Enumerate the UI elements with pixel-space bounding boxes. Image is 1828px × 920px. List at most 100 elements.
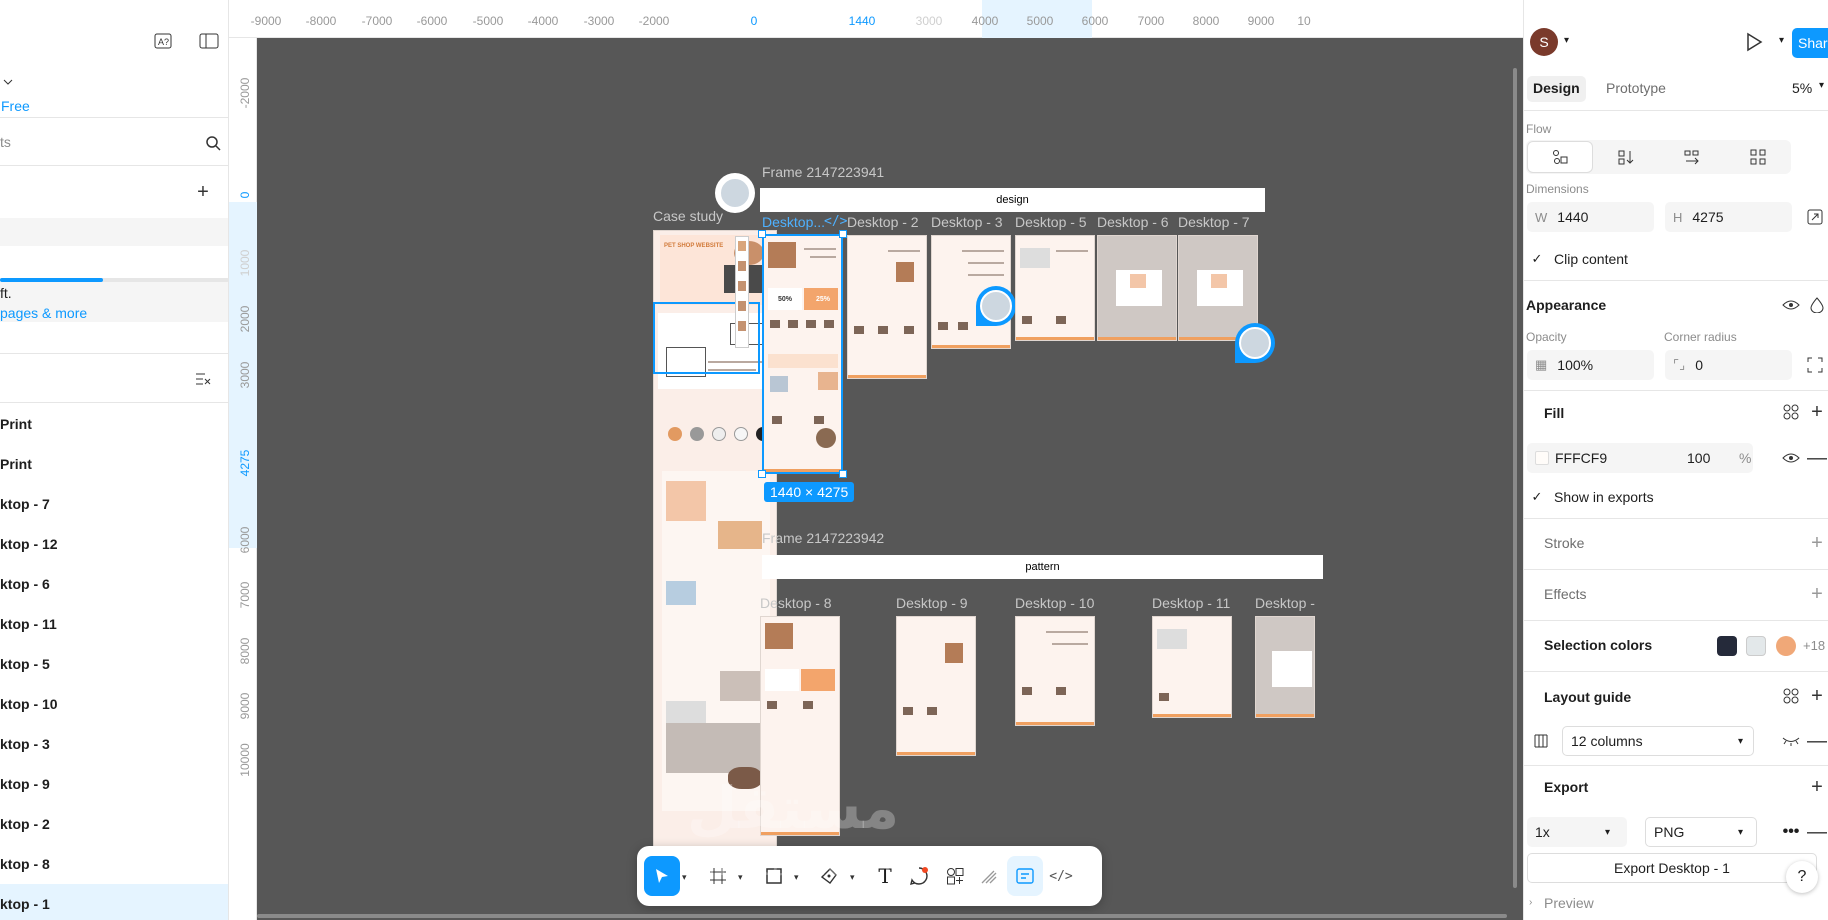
selection-color-swatch[interactable] bbox=[1776, 636, 1796, 656]
add-page-icon[interactable]: + bbox=[189, 178, 217, 206]
upsell-link[interactable]: pages & more bbox=[0, 305, 87, 321]
chevron-down-icon[interactable]: ▾ bbox=[1779, 35, 1784, 46]
code-tool-button[interactable]: </> bbox=[1043, 856, 1079, 896]
layer-item[interactable]: Print bbox=[0, 444, 228, 484]
layer-item[interactable]: ktop - 5 bbox=[0, 644, 228, 684]
resize-handle[interactable] bbox=[758, 230, 766, 238]
font-settings-icon[interactable]: A? bbox=[149, 27, 177, 55]
design-bar[interactable]: design bbox=[760, 188, 1265, 212]
move-tool-button[interactable] bbox=[644, 856, 680, 896]
height-field[interactable]: H 4275 bbox=[1665, 202, 1792, 232]
independent-corners-icon[interactable] bbox=[1803, 353, 1827, 377]
resize-handle[interactable] bbox=[839, 470, 847, 478]
opacity-field[interactable]: ▦ 100% bbox=[1527, 350, 1654, 380]
flow-freeform-button[interactable] bbox=[1528, 142, 1592, 172]
add-export-icon[interactable]: + bbox=[1805, 775, 1828, 799]
preview-toggle[interactable]: Preview bbox=[1544, 895, 1594, 911]
case-study-label[interactable]: Case study bbox=[653, 208, 723, 224]
layers-collapse-icon[interactable] bbox=[189, 365, 217, 393]
page-item-selected[interactable] bbox=[0, 218, 228, 246]
export-button[interactable]: Export Desktop - 1 bbox=[1527, 853, 1817, 883]
layer-item[interactable]: ktop - 10 bbox=[0, 684, 228, 724]
comment-tool-button[interactable] bbox=[901, 856, 937, 896]
vertical-scrollbar[interactable] bbox=[1513, 68, 1517, 888]
frame-label-desktop-1[interactable]: Desktop... bbox=[762, 214, 825, 230]
selection-color-swatch[interactable] bbox=[1717, 636, 1737, 656]
fill-opacity[interactable]: 100 bbox=[1687, 450, 1710, 466]
layer-item[interactable]: ktop - 6 bbox=[0, 564, 228, 604]
desktop-5-frame[interactable] bbox=[1015, 235, 1095, 341]
desktop-6-frame[interactable] bbox=[1097, 235, 1177, 341]
desktop-2-frame[interactable] bbox=[847, 235, 927, 379]
actions-tool-button[interactable] bbox=[937, 856, 973, 896]
columns-icon[interactable] bbox=[1529, 729, 1553, 753]
horizontal-scrollbar[interactable] bbox=[257, 914, 1507, 918]
pattern-bar[interactable]: pattern bbox=[762, 555, 1323, 579]
chevron-down-icon[interactable]: ▾ bbox=[1819, 80, 1824, 91]
frame-label[interactable]: Desktop - 7 bbox=[1178, 214, 1250, 230]
add-stroke-icon[interactable]: + bbox=[1805, 531, 1828, 555]
dev-mode-tool-button[interactable] bbox=[1007, 856, 1043, 896]
desktop-11-frame[interactable] bbox=[1152, 616, 1232, 718]
frame-label[interactable]: Desktop - bbox=[1255, 595, 1315, 611]
blend-mode-icon[interactable] bbox=[1805, 293, 1828, 317]
fill-swatch[interactable] bbox=[1535, 451, 1549, 465]
mini-frames-column[interactable] bbox=[735, 236, 749, 348]
desktop-9-frame[interactable] bbox=[896, 616, 976, 756]
desktop-10-frame[interactable] bbox=[1015, 616, 1095, 726]
desktop-12-frame[interactable] bbox=[1255, 616, 1315, 718]
show-in-exports-checkbox[interactable]: ✓ bbox=[1529, 489, 1545, 505]
add-effect-icon[interactable]: + bbox=[1805, 582, 1828, 606]
export-format-select[interactable]: PNG ▾ bbox=[1645, 817, 1757, 847]
eye-icon[interactable] bbox=[1779, 293, 1803, 317]
frame-label[interactable]: Desktop - 6 bbox=[1097, 214, 1169, 230]
layer-item-selected[interactable]: ktop - 1 bbox=[0, 884, 228, 920]
effects-title[interactable]: Effects bbox=[1544, 586, 1587, 602]
resize-handle[interactable] bbox=[758, 470, 766, 478]
layer-item[interactable]: ktop - 8 bbox=[0, 844, 228, 884]
frame-label[interactable]: Desktop - 2 bbox=[847, 214, 919, 230]
toggle-sidebar-icon[interactable] bbox=[195, 27, 223, 55]
fill-color-field[interactable]: FFFCF9 100 % bbox=[1527, 443, 1753, 473]
layer-item[interactable]: Print bbox=[0, 404, 228, 444]
frame-label[interactable]: Desktop - 3 bbox=[931, 214, 1003, 230]
frame-label[interactable]: Frame 2147223942 bbox=[762, 530, 884, 546]
avatar[interactable]: S bbox=[1530, 28, 1558, 56]
styles-grid-icon[interactable] bbox=[1779, 400, 1803, 424]
help-button[interactable]: ? bbox=[1786, 861, 1818, 893]
canvas[interactable]: Case study PET SHOP WEBSITE Frame 214722… bbox=[257, 38, 1523, 920]
share-button[interactable]: Share bbox=[1792, 28, 1828, 58]
more-options-icon[interactable]: ••• bbox=[1779, 820, 1803, 844]
selection-color-swatch[interactable] bbox=[1746, 636, 1766, 656]
tab-prototype[interactable]: Prototype bbox=[1606, 80, 1666, 96]
frame-label[interactable]: Desktop - 10 bbox=[1015, 595, 1094, 611]
present-play-icon[interactable] bbox=[1742, 30, 1766, 54]
width-field[interactable]: W 1440 bbox=[1527, 202, 1654, 232]
frame-label[interactable]: Desktop - 8 bbox=[760, 595, 832, 611]
layer-item[interactable]: ktop - 7 bbox=[0, 484, 228, 524]
eye-closed-icon[interactable] bbox=[1779, 729, 1803, 753]
zoom-level[interactable]: 5% bbox=[1792, 80, 1812, 96]
resize-to-fit-icon[interactable] bbox=[1803, 205, 1827, 229]
search-input[interactable]: ts bbox=[0, 134, 11, 150]
code-icon[interactable]: </> bbox=[824, 214, 847, 229]
layer-item[interactable]: ktop - 3 bbox=[0, 724, 228, 764]
export-scale-select[interactable]: 1x ▾ bbox=[1527, 817, 1627, 847]
search-icon[interactable] bbox=[199, 129, 227, 157]
resize-handle[interactable] bbox=[839, 230, 847, 238]
stroke-title[interactable]: Stroke bbox=[1544, 535, 1584, 551]
flow-horizontal-button[interactable] bbox=[1660, 142, 1724, 172]
add-fill-icon[interactable]: + bbox=[1805, 400, 1828, 424]
chevron-down-icon[interactable]: ▾ bbox=[1564, 35, 1569, 46]
frame-label[interactable]: Frame 2147223941 bbox=[762, 164, 884, 180]
tab-design[interactable]: Design bbox=[1527, 76, 1586, 102]
flow-vertical-button[interactable] bbox=[1594, 142, 1658, 172]
eye-icon[interactable] bbox=[1779, 446, 1803, 470]
remove-layout-guide-icon[interactable]: — bbox=[1805, 729, 1828, 753]
chevron-down-icon[interactable]: ▾ bbox=[682, 872, 687, 883]
remove-export-icon[interactable]: — bbox=[1805, 820, 1828, 844]
columns-select[interactable]: 12 columns ▾ bbox=[1562, 726, 1754, 756]
frame-label[interactable]: Desktop - 5 bbox=[1015, 214, 1087, 230]
plan-link[interactable]: Free bbox=[1, 98, 30, 114]
frame-label[interactable]: Desktop - 9 bbox=[896, 595, 968, 611]
